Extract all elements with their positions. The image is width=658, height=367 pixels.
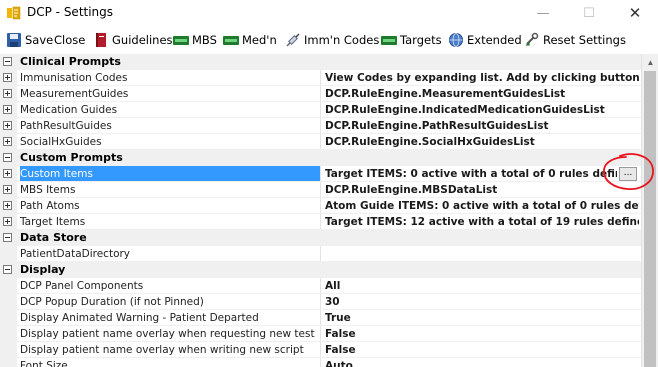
mbs-button[interactable]: MBS [173, 30, 217, 50]
property-row[interactable]: Path Atoms Atom Guide ITEMS: 0 active wi… [0, 198, 641, 214]
property-value[interactable]: 30 [325, 294, 639, 310]
expand-icon[interactable] [3, 137, 12, 146]
collapse-icon[interactable] [3, 265, 12, 274]
property-row[interactable]: Display patient name overlay when reques… [0, 326, 641, 342]
property-value[interactable]: DCP.RuleEngine.IndicatedMedicationGuides… [325, 102, 639, 118]
property-row-selected[interactable]: Custom Items Target ITEMS: 0 active with… [0, 166, 641, 182]
property-row[interactable]: PathResultGuides DCP.RuleEngine.PathResu… [0, 118, 641, 134]
property-row[interactable]: Display patient name overlay when writin… [0, 342, 641, 358]
property-name: Path Atoms [20, 200, 80, 212]
property-name: Target Items [20, 216, 86, 228]
property-name: Custom Items [20, 166, 320, 182]
scroll-up-arrow-icon[interactable]: ▲ [642, 54, 658, 71]
property-row[interactable]: MeasurementGuides DCP.RuleEngine.Measure… [0, 86, 641, 102]
property-name: Display patient name overlay when reques… [20, 328, 315, 340]
dcp-app-icon [6, 6, 21, 20]
expand-icon[interactable] [3, 201, 12, 210]
property-value[interactable]: DCP.RuleEngine.MeasurementGuidesList [325, 86, 639, 102]
property-row[interactable]: PatientDataDirectory [0, 246, 641, 262]
expand-icon[interactable] [3, 121, 12, 130]
property-value[interactable] [325, 246, 639, 262]
property-value[interactable]: True [325, 310, 639, 326]
collapse-icon[interactable] [3, 153, 12, 162]
property-name: MBS Items [20, 184, 76, 196]
property-value[interactable]: Target ITEMS: 12 active with a total of … [325, 214, 639, 230]
close-button[interactable]: Close [54, 30, 85, 50]
minimize-button[interactable]: — [520, 0, 566, 26]
extended-button[interactable]: Extended [448, 30, 522, 50]
category-custom-prompts[interactable]: Custom Prompts [0, 150, 641, 166]
annotation-circle [603, 153, 654, 190]
property-row[interactable]: Medication Guides DCP.RuleEngine.Indicat… [0, 102, 641, 118]
category-display[interactable]: Display [0, 262, 641, 278]
property-value[interactable]: False [325, 326, 639, 342]
expand-icon[interactable] [3, 217, 12, 226]
property-name: SocialHxGuides [20, 136, 102, 148]
property-value[interactable]: Auto [325, 358, 639, 367]
property-name: Font Size [20, 360, 68, 367]
property-value[interactable]: False [325, 342, 639, 358]
property-value[interactable]: DCP.RuleEngine.PathResultGuidesList [325, 118, 639, 134]
targets-button[interactable]: Targets [381, 30, 442, 50]
property-value[interactable]: Atom Guide ITEMS: 0 active with a total … [325, 198, 639, 214]
window-title: DCP - Settings [27, 5, 114, 19]
vertical-scrollbar[interactable]: ▲ [641, 54, 658, 367]
property-name: Display patient name overlay when writin… [20, 344, 304, 356]
expand-icon[interactable] [3, 105, 12, 114]
medn-button[interactable]: Med'n [223, 30, 277, 50]
property-row[interactable]: DCP Panel Components All [0, 278, 641, 294]
book-icon [96, 33, 106, 47]
property-value[interactable]: View Codes by expanding list. Add by cli… [325, 70, 639, 86]
syringe-icon [286, 33, 300, 47]
medn-card-icon [223, 36, 239, 45]
category-clinical-prompts[interactable]: Clinical Prompts [0, 54, 641, 70]
property-row[interactable]: Font Size Auto [0, 358, 641, 367]
property-name: DCP Popup Duration (if not Pinned) [20, 296, 204, 308]
toolbar: Save Close Guidelines MBS Med'n Imm'n Co [0, 28, 658, 52]
category-data-store[interactable]: Data Store [0, 230, 641, 246]
save-disk-icon [7, 33, 21, 47]
property-row[interactable]: MBS Items DCP.RuleEngine.MBSDataList [0, 182, 641, 198]
immn-codes-button[interactable]: Imm'n Codes [285, 30, 379, 50]
property-name: Medication Guides [20, 104, 118, 116]
property-value[interactable]: Target ITEMS: 0 active with a total of 0… [325, 166, 617, 182]
mbs-card-icon [173, 36, 189, 45]
property-name: Display Animated Warning - Patient Depar… [20, 312, 259, 324]
property-value[interactable]: DCP.RuleEngine.SocialHxGuidesList [325, 134, 639, 150]
maximize-button[interactable]: ☐ [566, 0, 612, 26]
reset-settings-button[interactable]: Reset Settings [524, 30, 626, 50]
save-button[interactable]: Save [6, 30, 53, 50]
reset-settings-icon [526, 32, 539, 46]
scrollbar-thumb[interactable] [644, 71, 656, 367]
property-row[interactable]: SocialHxGuides DCP.RuleEngine.SocialHxGu… [0, 134, 641, 150]
expand-icon[interactable] [3, 169, 12, 178]
extended-globe-icon [449, 33, 463, 47]
property-grid: Clinical Prompts Immunisation Codes View… [0, 54, 641, 367]
property-row[interactable]: Immunisation Codes View Codes by expandi… [0, 70, 641, 86]
property-value[interactable]: All [325, 278, 639, 294]
expand-icon[interactable] [3, 185, 12, 194]
property-name: PathResultGuides [20, 120, 112, 132]
collapse-icon[interactable] [3, 233, 12, 242]
property-row[interactable]: Target Items Target ITEMS: 12 active wit… [0, 214, 641, 230]
expand-icon[interactable] [3, 89, 12, 98]
property-value[interactable]: DCP.RuleEngine.MBSDataList [325, 182, 639, 198]
property-row[interactable]: Display Animated Warning - Patient Depar… [0, 310, 641, 326]
title-bar: DCP - Settings — ☐ ✕ [0, 0, 658, 26]
guidelines-button[interactable]: Guidelines [93, 30, 173, 50]
property-name: PatientDataDirectory [20, 248, 131, 260]
property-row[interactable]: DCP Popup Duration (if not Pinned) 30 [0, 294, 641, 310]
targets-card-icon [381, 36, 397, 45]
expand-icon[interactable] [3, 73, 12, 82]
close-window-button[interactable]: ✕ [612, 0, 658, 26]
collapse-icon[interactable] [3, 57, 12, 66]
property-name: MeasurementGuides [20, 88, 129, 100]
property-name: Immunisation Codes [20, 72, 128, 84]
property-name: DCP Panel Components [20, 280, 144, 292]
